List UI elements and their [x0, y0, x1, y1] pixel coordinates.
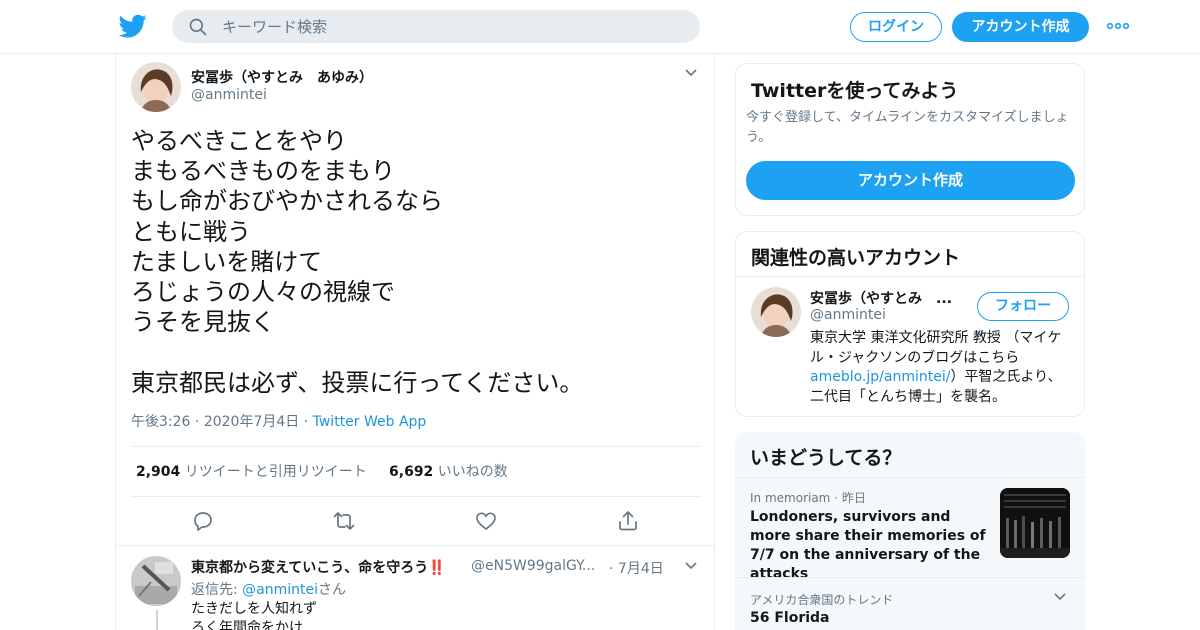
trend-topic[interactable]: 56 Florida [750, 610, 830, 626]
meta-separator: · [190, 414, 204, 430]
divider [735, 477, 1085, 478]
memorial-photo [1000, 488, 1070, 558]
reply-icon[interactable] [191, 509, 215, 533]
reply-to-mention[interactable]: @anmintei [242, 582, 318, 598]
like-label: いいねの数 [437, 464, 508, 480]
reply-date[interactable]: · 7月4日 [609, 558, 664, 578]
thread-line [156, 610, 158, 630]
author-avatar[interactable] [131, 62, 181, 112]
retweet-label: リツイートと引用リツイート [184, 464, 367, 480]
reply-to-prefix: 返信先: [191, 582, 243, 598]
tweet-text: やるべきことをやり まもるべきものをまもり もし命がおびやかされるなら ともに戦… [131, 127, 584, 397]
like-stat[interactable]: 6,692 いいねの数 [389, 464, 508, 480]
trend-category: In memoriam [750, 491, 831, 505]
retweet-stat[interactable]: 2,904 リツイートと引用リツイート [136, 464, 367, 480]
retweet-count: 2,904 [136, 464, 181, 480]
divider [736, 276, 1084, 277]
retweet-icon[interactable] [332, 509, 356, 533]
reply-text: たきだしを人知れず ろく年間命をかけ [191, 601, 317, 630]
signup-card-title: Twitterを使ってみよう [751, 80, 959, 102]
related-account-name[interactable]: 安冨歩（やすとみ ... [810, 288, 952, 308]
search-icon [189, 18, 207, 36]
related-account-bio: 東京大学 東洋文化研究所 教授 （マイケル・ジャクソンのブログはこちら ameb… [810, 329, 1075, 407]
tweet-source-app[interactable]: Twitter Web App [313, 414, 427, 430]
reply-to-suffix: さん [318, 582, 347, 598]
author-name[interactable]: 安冨歩（やすとみ あゆみ） [191, 67, 373, 87]
chevron-down-icon[interactable] [1053, 592, 1067, 602]
like-count: 6,692 [389, 464, 434, 480]
signup-card: Twitterを使ってみよう 今すぐ登録して、タイムラインをカスタマイズしましょ… [735, 63, 1085, 216]
avatar-photo [131, 556, 181, 606]
tweet-column: 安冨歩（やすとみ あゆみ） @anmintei やるべきことをやり まもるべきも… [115, 54, 715, 630]
reply-author-handle[interactable]: @eN5W99galGY... [471, 558, 595, 574]
divider [735, 577, 1085, 578]
meta-separator: · [609, 561, 618, 577]
top-navigation-bar: ログイン アカウント作成 [0, 0, 1200, 54]
reply-to-line: 返信先: @anminteiさん [191, 579, 346, 599]
related-card-title: 関連性の高いアカウント [751, 247, 961, 269]
trends-card: いまどうしてる？ In memoriam · 昨日 Londoners, sur… [735, 432, 1085, 630]
avatar-photo [751, 287, 801, 337]
reply-author-avatar[interactable] [131, 556, 181, 606]
more-options-icon[interactable] [1106, 18, 1130, 34]
bio-link[interactable]: ameblo.jp/anmintei/ [810, 369, 950, 385]
login-button[interactable]: ログイン [850, 12, 942, 42]
signup-button[interactable]: アカウント作成 [952, 12, 1089, 42]
share-icon[interactable] [616, 509, 640, 533]
author-handle[interactable]: @anmintei [191, 87, 267, 103]
chevron-down-icon[interactable] [684, 68, 698, 78]
avatar-photo [131, 62, 181, 112]
tweet-time[interactable]: 午後3:26 [131, 414, 190, 430]
trends-card-title: いまどうしてる？ [750, 447, 902, 469]
trend-meta: In memoriam · 昨日 [750, 489, 866, 506]
like-heart-icon[interactable] [474, 509, 498, 533]
related-account-handle[interactable]: @anmintei [810, 307, 886, 323]
search-input[interactable] [222, 10, 682, 43]
meta-separator: · [299, 414, 313, 430]
trend-headline[interactable]: Londoners, survivors and more share thei… [750, 508, 990, 584]
tweet-date[interactable]: 2020年7月4日 [204, 414, 299, 430]
follow-button[interactable]: フォロー [977, 292, 1069, 321]
signup-card-description: 今すぐ登録して、タイムラインをカスタマイズしましょう。 [746, 110, 1069, 145]
chevron-down-icon[interactable] [684, 561, 698, 571]
tweet-metadata: 午後3:26 · 2020年7月4日 · Twitter Web App [131, 411, 426, 431]
twitter-bird-icon[interactable] [119, 12, 147, 40]
divider [131, 496, 701, 497]
trend-time: 昨日 [841, 491, 866, 505]
divider [131, 446, 701, 447]
search-box[interactable] [172, 10, 700, 43]
tweet-stats: 2,904 リツイートと引用リツイート 6,692 いいねの数 [136, 461, 508, 481]
related-account-avatar[interactable] [751, 287, 801, 337]
trend-location-label: アメリカ合衆国のトレンド [750, 593, 894, 607]
signup-card-button[interactable]: アカウント作成 [746, 161, 1075, 200]
meta-separator: · [830, 491, 842, 505]
divider [116, 545, 714, 546]
reply-author-name[interactable]: 東京都から変えていこう、命を守ろう‼️ [191, 557, 446, 577]
trend-thumbnail[interactable] [1000, 488, 1070, 558]
bio-text: 東京大学 東洋文化研究所 教授 （マイケル・ジャクソンのブログはこちら [810, 330, 1062, 366]
related-accounts-card: 関連性の高いアカウント 安冨歩（やすとみ ... @anmintei フォロー … [735, 231, 1085, 417]
reply-date-text: 7月4日 [617, 561, 664, 577]
